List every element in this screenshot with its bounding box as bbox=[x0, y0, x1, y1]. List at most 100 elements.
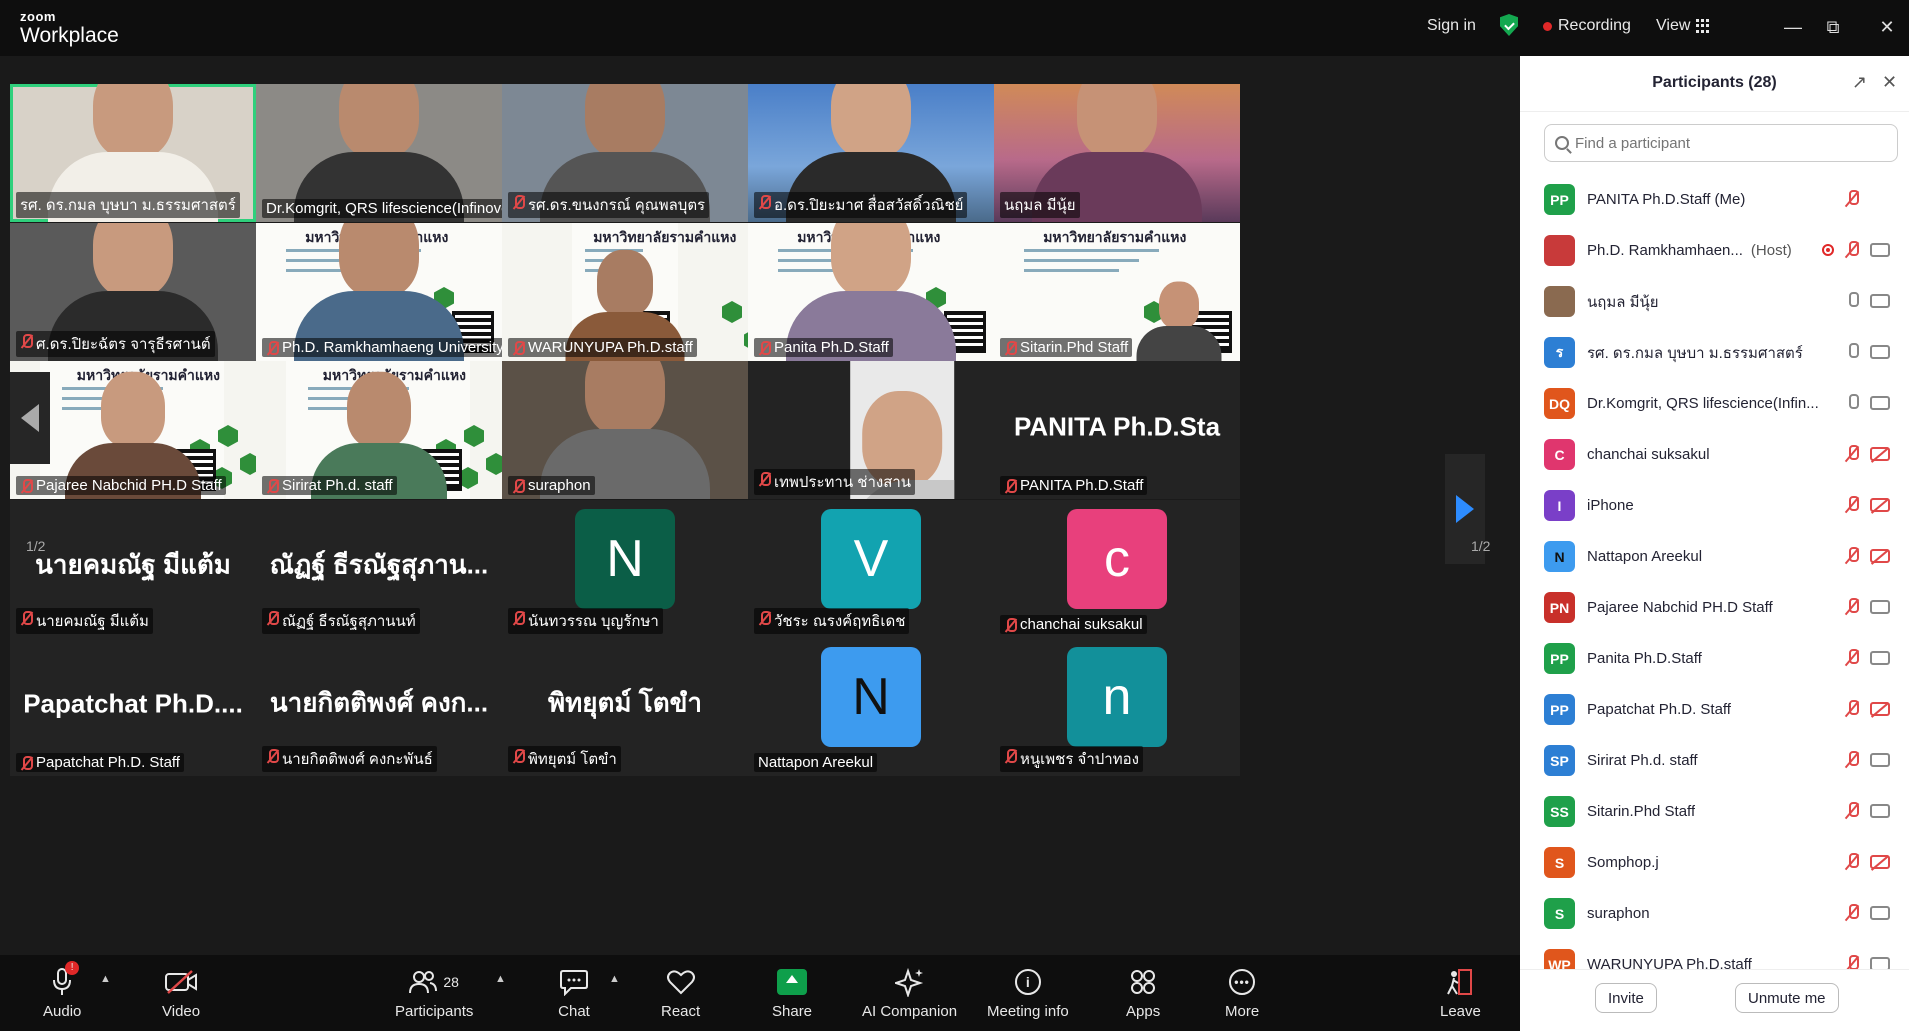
camera-icon[interactable] bbox=[1870, 906, 1890, 920]
view-button[interactable]: View bbox=[1656, 17, 1710, 35]
participant-row[interactable]: Ssuraphon bbox=[1544, 888, 1900, 939]
participant-tile[interactable]: นายคมณัฐ มีแต้ม นายคมณัฐ มีแต้ม bbox=[10, 500, 256, 638]
meeting-info-button[interactable]: i Meeting info bbox=[987, 967, 1069, 1020]
participants-options-caret[interactable]: ▲ bbox=[495, 973, 506, 985]
camera-icon[interactable] bbox=[1870, 243, 1890, 257]
muted-microphone-icon[interactable] bbox=[1846, 700, 1859, 718]
recording-indicator[interactable]: Recording bbox=[1543, 17, 1631, 35]
participant-tile[interactable]: Papatchat Ph.D.... Papatchat Ph.D. Staff bbox=[10, 638, 256, 776]
camera-icon[interactable] bbox=[1870, 396, 1890, 410]
participant-tile[interactable]: มหาวิทยาลัยรามคำแหง Sitarin.Phd Staff bbox=[994, 223, 1240, 361]
participant-row[interactable]: SS Sitarin.Phd Staff bbox=[1544, 786, 1900, 837]
previous-page-button[interactable] bbox=[10, 372, 50, 464]
participant-tile[interactable]: นายกิตติพงศ์ คงก... นายกิตติพงศ์ คงกะพันธ… bbox=[256, 638, 502, 776]
participant-tile[interactable]: V วัชระ ณรงค์ฤทธิเดช bbox=[748, 500, 994, 638]
participant-tile[interactable]: N นันทวรรณ บุญรักษา bbox=[502, 500, 748, 638]
participant-name: chanchai suksakul bbox=[1587, 446, 1710, 463]
react-button[interactable]: React bbox=[661, 967, 700, 1020]
participant-tile[interactable]: มหาวิทยาลัยรามคำแหงPanita Ph.D.Staff bbox=[748, 223, 994, 361]
participant-tile[interactable]: มหาวิทยาลัยรามคำแหง WARUNYUPA Ph.D.staff bbox=[502, 223, 748, 361]
muted-microphone-icon[interactable] bbox=[1846, 904, 1859, 922]
camera-icon[interactable] bbox=[1870, 804, 1890, 818]
camera-icon[interactable] bbox=[1870, 345, 1890, 359]
encryption-shield-icon[interactable] bbox=[1500, 14, 1518, 36]
muted-microphone-icon[interactable] bbox=[1846, 598, 1859, 616]
chat-button[interactable]: Chat bbox=[557, 967, 591, 1020]
camera-off-icon[interactable] bbox=[1870, 549, 1890, 563]
participant-row[interactable]: S Somphop.j bbox=[1544, 837, 1900, 888]
camera-off-icon[interactable] bbox=[1870, 855, 1890, 869]
participant-row[interactable]: Ph.D. Ramkhamhaen... (Host) bbox=[1544, 225, 1900, 276]
participant-row[interactable]: SP Sirirat Ph.d. staff bbox=[1544, 735, 1900, 786]
muted-microphone-icon[interactable] bbox=[1846, 547, 1859, 565]
muted-microphone-icon[interactable] bbox=[1846, 241, 1859, 259]
close-window-icon[interactable]: ✕ bbox=[1867, 12, 1907, 42]
participant-row[interactable]: นฤมล มีนุ้ย bbox=[1544, 276, 1900, 327]
participant-tile[interactable]: n หนูเพชร จำปาทอง bbox=[994, 638, 1240, 776]
muted-microphone-icon[interactable] bbox=[1846, 445, 1859, 463]
video-button[interactable]: Video bbox=[162, 967, 200, 1020]
pop-out-icon[interactable]: ↗ bbox=[1852, 72, 1867, 93]
muted-microphone-icon[interactable] bbox=[1846, 190, 1859, 208]
participant-row[interactable]: IiPhone bbox=[1544, 480, 1900, 531]
audio-button[interactable]: ! Audio bbox=[43, 961, 81, 1020]
audio-options-caret[interactable]: ▲ bbox=[100, 973, 111, 985]
camera-icon[interactable] bbox=[1870, 753, 1890, 767]
camera-icon[interactable] bbox=[1870, 957, 1890, 969]
participant-row[interactable]: PP PANITA Ph.D.Staff (Me) bbox=[1544, 174, 1900, 225]
muted-microphone-icon[interactable] bbox=[1846, 751, 1859, 769]
invite-button[interactable]: Invite bbox=[1595, 983, 1657, 1013]
camera-off-icon[interactable] bbox=[1870, 702, 1890, 716]
share-button[interactable]: Share bbox=[772, 967, 812, 1020]
participant-tile[interactable]: PANITA Ph.D.Sta PANITA Ph.D.Staff bbox=[994, 361, 1240, 499]
participant-search-box[interactable] bbox=[1544, 124, 1898, 162]
muted-microphone-icon[interactable] bbox=[1846, 955, 1859, 969]
participants-button[interactable]: 28 Participants bbox=[395, 967, 473, 1020]
minimize-icon[interactable]: — bbox=[1773, 12, 1813, 42]
camera-icon[interactable] bbox=[1870, 294, 1890, 308]
participant-tile[interactable]: นฤมล มีนุ้ย bbox=[994, 84, 1240, 222]
participant-tile[interactable]: อ.ดร.ปิยะมาศ สื่อสวัสดิ์วณิชย์ bbox=[748, 84, 994, 222]
participant-row[interactable]: PP Panita Ph.D.Staff bbox=[1544, 633, 1900, 684]
close-panel-icon[interactable]: ✕ bbox=[1882, 72, 1897, 93]
chat-options-caret[interactable]: ▲ bbox=[609, 973, 620, 985]
participant-search-input[interactable] bbox=[1575, 134, 1875, 152]
participant-row[interactable]: ร รศ. ดร.กมล บุษบา ม.ธรรมศาสตร์ bbox=[1544, 327, 1900, 378]
participant-tile[interactable]: N Nattapon Areekul bbox=[748, 638, 994, 776]
muted-microphone-icon[interactable] bbox=[1846, 649, 1859, 667]
more-button[interactable]: ••• More bbox=[1225, 967, 1259, 1020]
camera-icon[interactable] bbox=[1870, 651, 1890, 665]
participant-row[interactable]: DQ Dr.Komgrit, QRS lifescience(Infin... bbox=[1544, 378, 1900, 429]
participant-tile[interactable]: เทพประทาน ช่างสาน bbox=[748, 361, 994, 499]
participant-tile[interactable]: Dr.Komgrit, QRS lifescience(Infinovo) bbox=[256, 84, 502, 222]
participant-tile[interactable]: มหาวิทยาลัยรามคำแหงPh.D. Ramkhamhaeng Un… bbox=[256, 223, 502, 361]
apps-button[interactable]: Apps bbox=[1126, 967, 1160, 1020]
participant-row[interactable]: Cchanchai suksakul bbox=[1544, 429, 1900, 480]
unmute-me-button[interactable]: Unmute me bbox=[1735, 983, 1839, 1013]
participant-row[interactable]: WP WARUNYUPA Ph.D.staff bbox=[1544, 939, 1900, 969]
camera-off-icon[interactable] bbox=[1870, 498, 1890, 512]
participant-tile[interactable]: รศ. ดร.กมล บุษบา ม.ธรรมศาสตร์ bbox=[10, 84, 256, 222]
muted-microphone-icon[interactable] bbox=[1846, 802, 1859, 820]
participant-row[interactable]: PN Pajaree Nabchid PH.D Staff bbox=[1544, 582, 1900, 633]
leave-button[interactable]: Leave bbox=[1440, 967, 1481, 1020]
participant-tile[interactable]: ณัฏฐ์ ธีรณัฐสุภาน... ณัฏฐ์ ธีรณัฐสุภานนท์ bbox=[256, 500, 502, 638]
participant-tile[interactable]: suraphon bbox=[502, 361, 748, 499]
muted-microphone-icon[interactable] bbox=[1846, 853, 1859, 871]
participant-tile[interactable]: c chanchai suksakul bbox=[994, 500, 1240, 638]
participant-tile[interactable]: รศ.ดร.ขนงกรณ์ คุณพลบุตร bbox=[502, 84, 748, 222]
participant-tile[interactable]: พิทยุตม์ โตขำ พิทยุตม์ โตขำ bbox=[502, 638, 748, 776]
participant-row[interactable]: PP Papatchat Ph.D. Staff bbox=[1544, 684, 1900, 735]
camera-icon[interactable] bbox=[1870, 600, 1890, 614]
microphone-icon[interactable] bbox=[1846, 343, 1859, 361]
ai-companion-button[interactable]: AI Companion bbox=[862, 967, 957, 1020]
participant-tile[interactable]: ศ.ดร.ปิยะฉัตร จารุธีรศานต์ bbox=[10, 223, 256, 361]
camera-off-icon[interactable] bbox=[1870, 447, 1890, 461]
participant-row[interactable]: N Nattapon Areekul bbox=[1544, 531, 1900, 582]
microphone-icon[interactable] bbox=[1846, 394, 1859, 412]
restore-icon[interactable]: ⧉ bbox=[1813, 12, 1853, 42]
sign-in-link[interactable]: Sign in bbox=[1427, 17, 1476, 35]
microphone-icon[interactable] bbox=[1846, 292, 1859, 310]
participant-tile[interactable]: มหาวิทยาลัยรามคำแหงSirirat Ph.d. staff bbox=[256, 361, 502, 499]
muted-microphone-icon[interactable] bbox=[1846, 496, 1859, 514]
